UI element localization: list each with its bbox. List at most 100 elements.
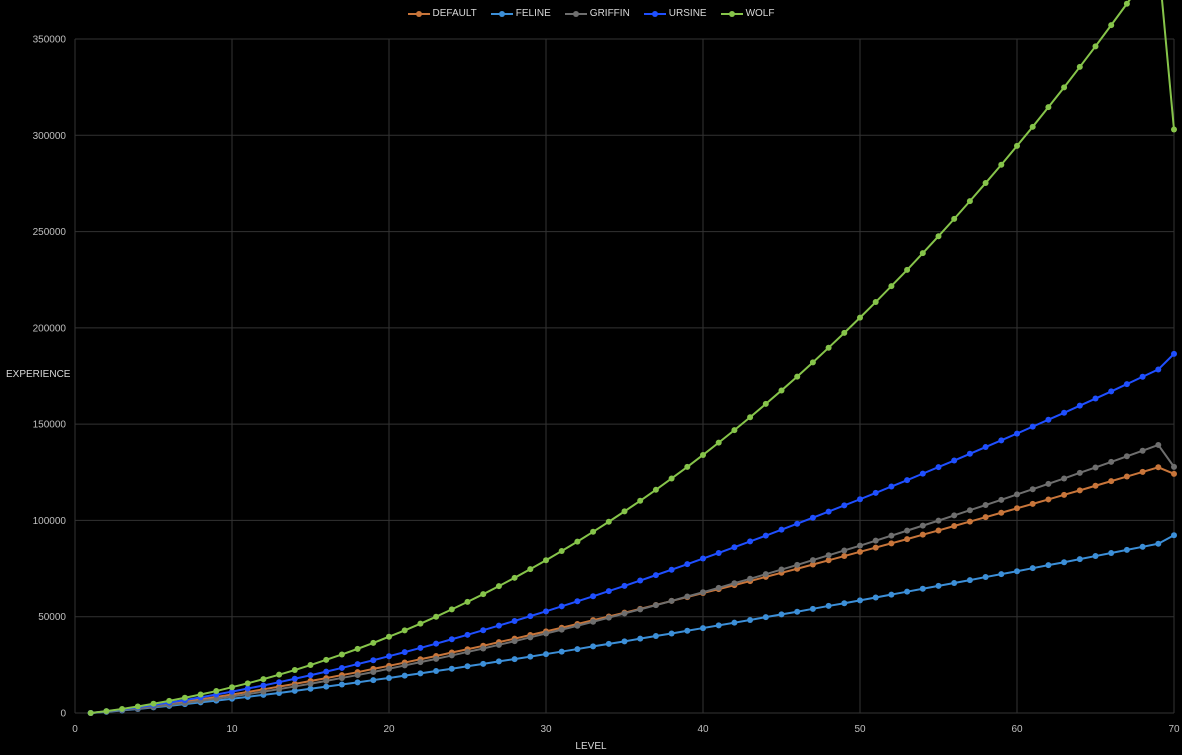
series-wolf: [87, 0, 1177, 716]
data-point: [448, 652, 455, 659]
data-point: [794, 608, 801, 615]
x-tick-label: 50: [854, 724, 866, 735]
y-tick-label: 250000: [33, 227, 67, 238]
data-point: [119, 705, 126, 712]
data-point: [872, 544, 879, 551]
data-point: [700, 625, 706, 632]
data-point: [527, 634, 534, 641]
data-point: [1076, 63, 1083, 70]
data-point: [433, 613, 440, 620]
data-point: [668, 475, 675, 482]
data-point: [762, 532, 769, 539]
data-point: [935, 582, 942, 589]
data-point: [291, 675, 298, 682]
data-point: [464, 663, 471, 670]
data-point: [809, 605, 816, 612]
data-point: [857, 548, 863, 555]
data-point: [951, 512, 958, 519]
data-point: [417, 670, 424, 677]
data-point: [982, 180, 989, 187]
data-point: [652, 602, 659, 609]
data-point: [495, 583, 502, 590]
y-tick-label: 350000: [33, 35, 67, 46]
data-point: [527, 613, 534, 620]
data-point: [605, 640, 612, 647]
data-point: [213, 688, 220, 695]
data-point: [857, 597, 863, 604]
series-line: [90, 534, 1175, 714]
x-tick-label: 10: [226, 724, 238, 735]
data-point: [338, 664, 345, 671]
data-point: [1029, 500, 1036, 507]
y-tick-label: 200000: [33, 323, 67, 334]
data-point: [668, 597, 675, 604]
data-point: [370, 639, 377, 646]
data-point: [857, 314, 863, 321]
data-point: [637, 606, 644, 613]
data-point: [543, 608, 549, 615]
data-point: [543, 630, 549, 637]
data-point: [260, 676, 267, 683]
data-point: [307, 662, 314, 669]
data-point: [872, 489, 879, 496]
data-point: [166, 697, 173, 704]
x-tick-label: 20: [383, 724, 395, 735]
data-point: [276, 679, 283, 686]
data-point: [1014, 430, 1020, 437]
data-point: [574, 598, 581, 605]
data-point: [700, 555, 706, 562]
data-point: [872, 594, 879, 601]
data-point: [1123, 546, 1130, 553]
data-point: [652, 632, 659, 639]
data-point: [386, 674, 392, 681]
data-point: [1108, 478, 1115, 485]
data-point: [511, 574, 518, 581]
data-point: [684, 627, 691, 634]
data-point: [919, 522, 926, 529]
data-point: [778, 526, 785, 533]
data-point: [684, 561, 691, 568]
data-point: [621, 582, 628, 589]
data-point: [857, 496, 863, 503]
data-point: [260, 682, 267, 689]
data-point: [888, 483, 895, 490]
data-point: [715, 439, 722, 446]
data-point: [291, 667, 298, 674]
x-tick-label: 0: [72, 724, 78, 735]
data-point: [904, 477, 911, 484]
series-line: [90, 466, 1175, 714]
data-point: [668, 630, 675, 637]
data-point: [700, 451, 706, 458]
data-point: [511, 656, 518, 663]
data-point: [511, 617, 518, 624]
data-point: [244, 685, 251, 692]
data-point: [904, 588, 911, 595]
data-point: [919, 531, 926, 538]
data-point: [825, 602, 832, 609]
data-point: [1092, 482, 1099, 489]
data-point: [904, 266, 911, 273]
data-point: [1139, 543, 1146, 550]
data-point: [1045, 496, 1052, 503]
data-point: [1045, 104, 1052, 111]
data-point: [1123, 0, 1130, 7]
data-point: [715, 549, 722, 556]
data-point: [1014, 505, 1020, 512]
data-point: [872, 299, 879, 306]
data-point: [935, 517, 942, 524]
data-point: [527, 566, 534, 573]
data-point: [229, 684, 235, 691]
data-point: [574, 646, 581, 653]
chart-series: [87, 0, 1177, 716]
y-tick-label: 0: [60, 709, 66, 720]
data-point: [558, 603, 565, 610]
data-point: [527, 653, 534, 660]
data-point: [1155, 540, 1162, 547]
data-point: [370, 668, 377, 675]
data-point: [574, 538, 581, 545]
series-griffin: [87, 441, 1177, 716]
data-point: [809, 557, 816, 564]
data-point: [715, 622, 722, 629]
data-point: [825, 508, 832, 515]
data-point: [590, 528, 597, 535]
